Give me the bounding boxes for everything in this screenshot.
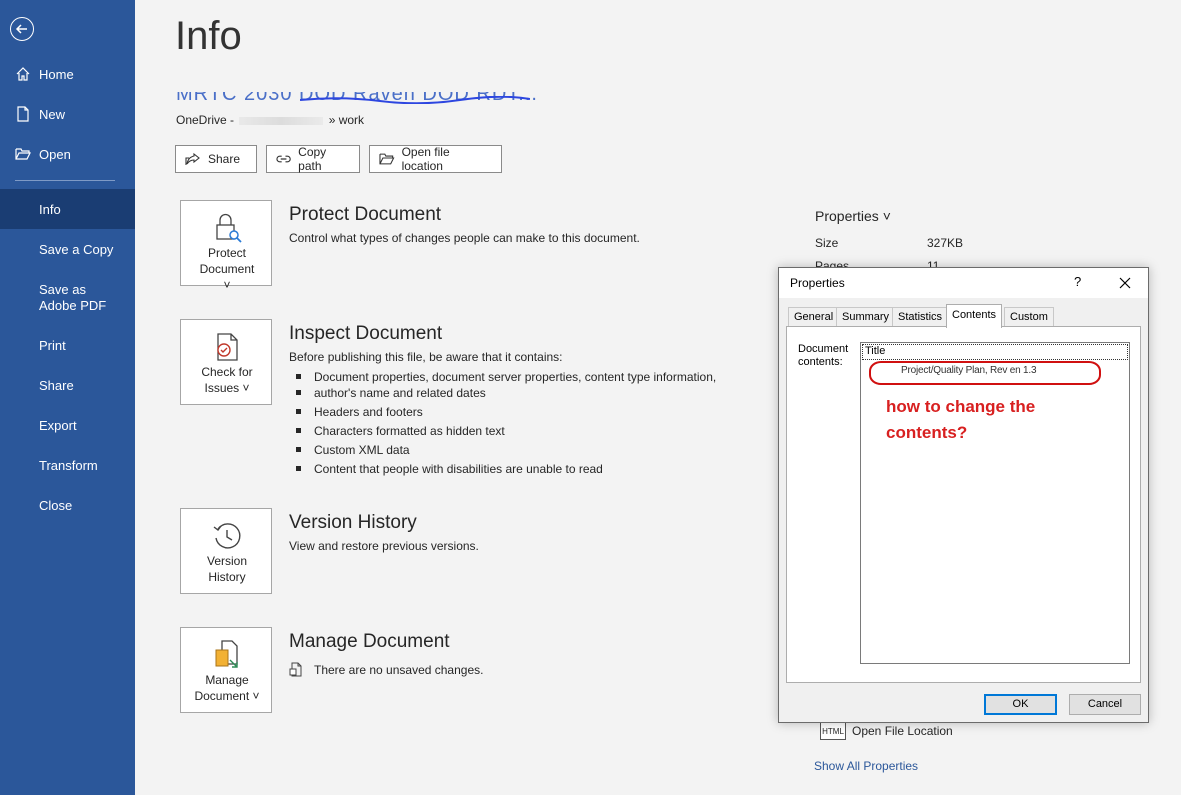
close-icon[interactable] [1117, 275, 1133, 291]
link-icon [276, 155, 291, 163]
size-value: 327KB [927, 236, 964, 250]
copy-path-button[interactable]: Copy path [266, 145, 360, 173]
history-clock-icon [213, 523, 241, 549]
protect-document-desc: Control what types of changes people can… [289, 231, 640, 245]
sidebar-item-label: Transform [39, 457, 98, 473]
sidebar-item-label: Export [39, 417, 77, 433]
inspect-document-desc: Before publishing this file, be aware th… [289, 350, 563, 364]
sidebar-item-save-as-adobe-pdf[interactable]: Save as Adobe PDF [0, 282, 110, 322]
ok-button[interactable]: OK [984, 694, 1057, 715]
properties-dialog: Properties ? General Summary Statistics … [778, 267, 1149, 723]
contents-title-item[interactable]: Title [862, 344, 1128, 360]
lock-search-icon [216, 213, 242, 243]
open-file-location-link[interactable]: HTML Open File Location [820, 722, 953, 740]
annotation-ellipse [869, 361, 1101, 385]
redacted-text [239, 116, 324, 125]
sidebar-item-label: Info [39, 201, 61, 217]
folder-open-icon [379, 153, 395, 165]
manage-document-button[interactable]: Manage Document ˅ [180, 627, 272, 713]
document-path: OneDrive - » work [176, 113, 365, 127]
sidebar-item-label: Save a Copy [39, 241, 114, 257]
tab-general[interactable]: General [788, 307, 840, 327]
sidebar-item-print[interactable]: Print [0, 325, 135, 365]
properties-dropdown[interactable]: Properties ˅ [815, 208, 891, 224]
dialog-titlebar: Properties ? [779, 268, 1148, 298]
new-document-icon [15, 106, 31, 122]
tab-contents[interactable]: Contents [946, 304, 1003, 328]
sidebar-item-share[interactable]: Share [0, 365, 135, 405]
sidebar-item-label: Close [39, 497, 73, 513]
sidebar-item-label: Home [39, 66, 74, 82]
sidebar-item-info[interactable]: Info [0, 189, 135, 229]
version-history-title: Version History [289, 512, 417, 533]
sidebar-item-open[interactable]: Open [0, 134, 135, 174]
tab-custom[interactable]: Custom [1004, 307, 1054, 327]
list-item-continuation: author's name and related dates [296, 384, 716, 403]
sidebar-divider [15, 180, 115, 181]
manage-document-desc: There are no unsaved changes. [289, 662, 483, 677]
sidebar-item-home[interactable]: Home [0, 54, 135, 94]
document-check-icon [217, 333, 238, 361]
sidebar-item-label: Open [39, 146, 71, 162]
sidebar-item-save-a-copy[interactable]: Save a Copy [0, 229, 135, 269]
share-icon [185, 152, 200, 165]
sidebar-item-label: Share [39, 377, 74, 393]
sidebar-item-new[interactable]: New [0, 94, 135, 134]
redaction-scribble [300, 96, 530, 104]
tab-summary[interactable]: Summary [836, 307, 896, 327]
protect-document-button[interactable]: Protect Document ˅ [180, 200, 272, 292]
help-button[interactable]: ? [1074, 274, 1081, 289]
back-arrow-icon [15, 24, 27, 34]
inspect-bullet-list: Document properties, document server pro… [296, 368, 716, 479]
list-item: Content that people with disabilities ar… [296, 460, 716, 479]
sidebar-item-transform[interactable]: Transform [0, 445, 135, 485]
document-contents-label: Document contents: [798, 343, 849, 368]
inspect-document-title: Inspect Document [289, 323, 443, 344]
list-item: Custom XML data [296, 441, 716, 460]
redaction-mask [168, 80, 558, 92]
open-file-location-button[interactable]: Open file location [369, 145, 502, 173]
back-button[interactable] [10, 17, 34, 41]
html-file-icon: HTML [820, 722, 846, 740]
folder-open-icon [15, 146, 31, 162]
home-icon [15, 66, 31, 82]
page-title: Info [175, 14, 242, 58]
show-all-properties-link[interactable]: Show All Properties [814, 759, 918, 773]
sidebar-item-export[interactable]: Export [0, 405, 135, 445]
share-button[interactable]: Share [175, 145, 257, 173]
annotation-text: how to change the contents? [886, 397, 1036, 442]
version-history-button[interactable]: Version History [180, 508, 272, 594]
manage-document-icon [215, 640, 238, 668]
check-for-issues-button[interactable]: Check for Issues ˅ [180, 319, 272, 405]
version-history-desc: View and restore previous versions. [289, 539, 479, 553]
manage-document-title: Manage Document [289, 631, 450, 652]
dialog-title: Properties [790, 276, 845, 290]
contents-tab-panel: Document contents: Title Project/Quality… [786, 326, 1141, 683]
sidebar-item-label: New [39, 106, 66, 122]
sidebar-item-label: Print [39, 337, 66, 353]
tab-statistics[interactable]: Statistics [892, 307, 949, 327]
backstage-sidebar: Home New Open Info Save a Copy Save as A… [0, 0, 135, 795]
document-status-icon [289, 662, 302, 677]
document-contents-list[interactable]: Title Project/Quality Plan, Rev en 1.3 h… [860, 342, 1130, 664]
list-item: Headers and footers [296, 403, 716, 422]
sidebar-item-label: Save as Adobe PDF [39, 282, 107, 313]
protect-document-title: Protect Document [289, 204, 442, 225]
sidebar-item-close[interactable]: Close [0, 485, 135, 525]
size-label: Size [815, 236, 839, 250]
list-item: Characters formatted as hidden text [296, 422, 716, 441]
cancel-button[interactable]: Cancel [1069, 694, 1141, 715]
